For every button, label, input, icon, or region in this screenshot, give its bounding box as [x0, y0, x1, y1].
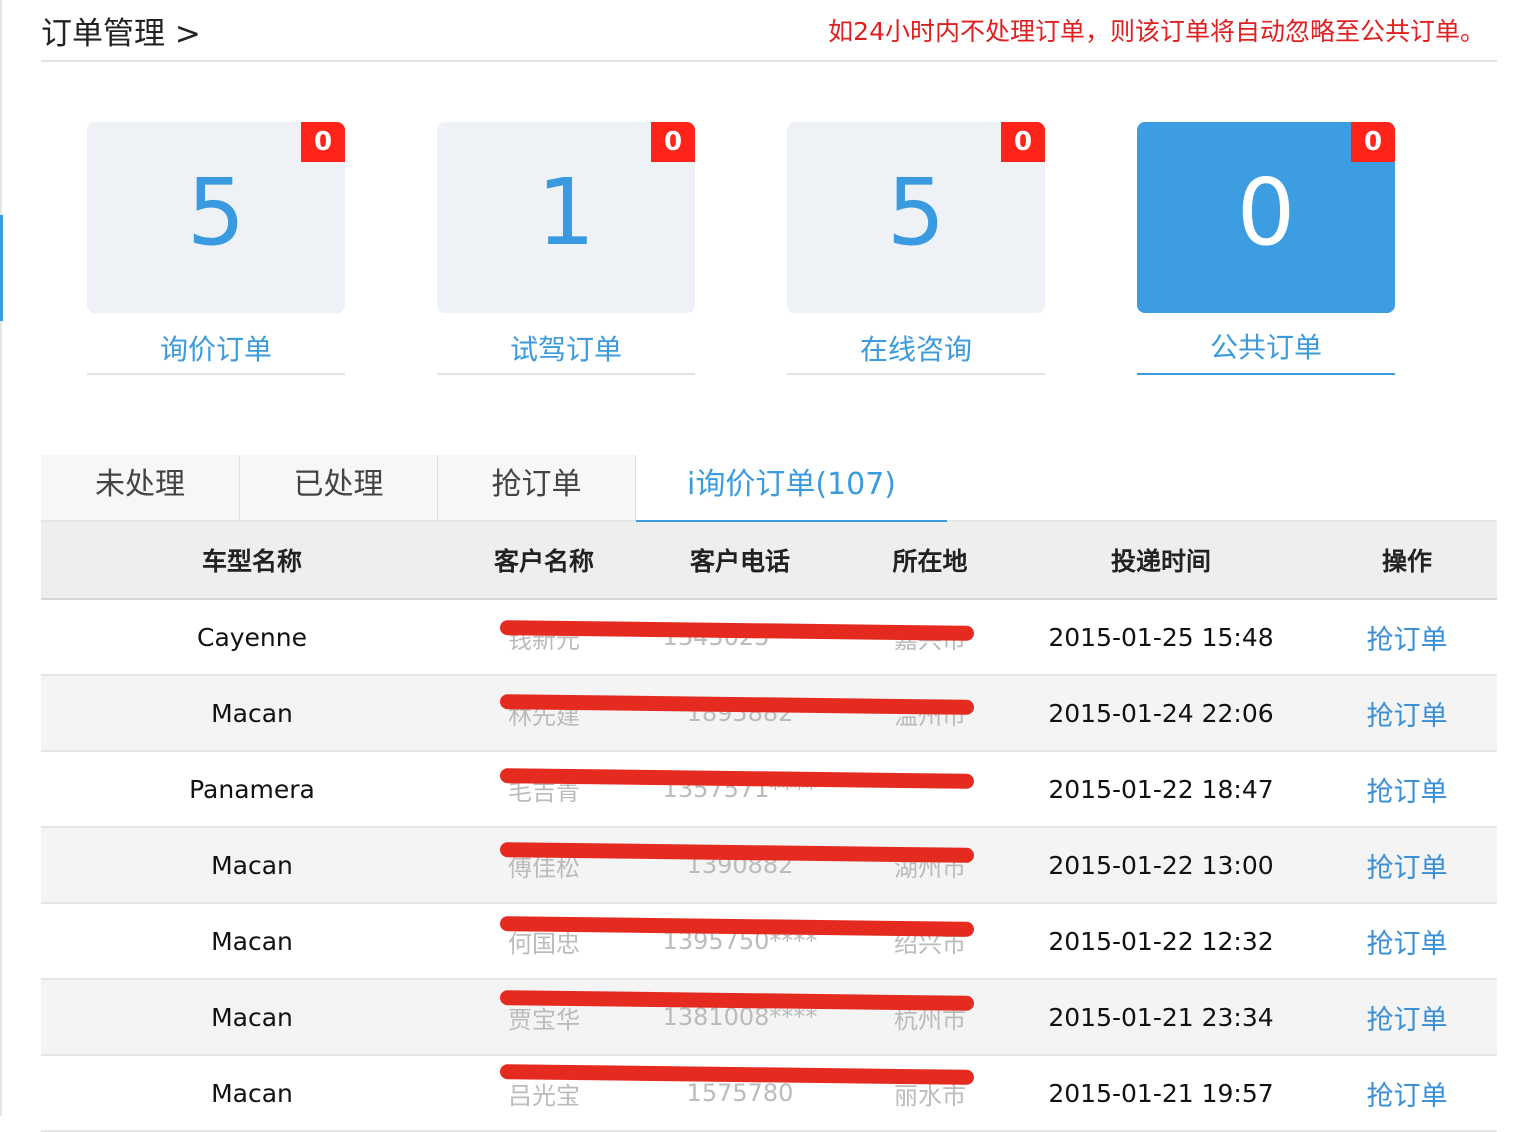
- notice-text: 如24小时内不处理订单，则该订单将自动忽略至公共订单。: [828, 17, 1485, 46]
- card-box[interactable]: 5 0: [787, 122, 1045, 313]
- cell-model: Macan: [41, 675, 463, 752]
- cell-model: Macan: [41, 979, 463, 1056]
- cell-time: 2015-01-21 19:57: [1005, 1055, 1317, 1132]
- card-box[interactable]: 0 0: [1137, 122, 1395, 313]
- cell-model: Macan: [41, 1055, 463, 1132]
- cell-location: 湖州市: [855, 827, 1005, 904]
- tab-i-inquiry-orders[interactable]: i询价订单(107): [636, 455, 947, 523]
- cell-time: 2015-01-22 13:00: [1005, 827, 1317, 904]
- col-header-phone: 客户电话: [625, 522, 855, 600]
- cell-customer: 何国忠: [463, 903, 625, 980]
- cell-model: Macan: [41, 827, 463, 904]
- left-edge-accent: [0, 215, 3, 321]
- col-header-model: 车型名称: [41, 522, 463, 600]
- table-header-row: 车型名称 客户名称 客户电话 所在地 投递时间 操作: [41, 522, 1497, 600]
- cell-customer: 林先建: [463, 675, 625, 752]
- card-underline: [787, 373, 1045, 375]
- card-badge: 0: [1351, 122, 1395, 162]
- tab-processed[interactable]: 已处理: [240, 455, 438, 520]
- grab-order-link[interactable]: 抢订单: [1317, 827, 1497, 904]
- grab-order-link[interactable]: 抢订单: [1317, 675, 1497, 752]
- cell-location: [855, 751, 1005, 828]
- card-box[interactable]: 1 0: [437, 122, 695, 313]
- table-row: Macan 傅佳松 1390882 湖州市 2015-01-22 13:00 抢…: [41, 827, 1497, 904]
- left-edge-divider: [0, 0, 2, 1116]
- col-header-customer: 客户名称: [463, 522, 625, 600]
- grab-order-link[interactable]: 抢订单: [1317, 979, 1497, 1056]
- card-badge: 0: [301, 122, 345, 162]
- card-label[interactable]: 试驾订单: [437, 328, 695, 368]
- cell-time: 2015-01-22 12:32: [1005, 903, 1317, 980]
- grab-order-link[interactable]: 抢订单: [1317, 1055, 1497, 1132]
- order-tabs: 未处理 已处理 抢订单 i询价订单(107): [41, 455, 1497, 523]
- tab-unprocessed[interactable]: 未处理: [41, 455, 240, 520]
- cell-customer: 傅佳松: [463, 827, 625, 904]
- col-header-location: 所在地: [855, 522, 1005, 600]
- table-row: Macan 贾宝华 1381008**** 杭州市 2015-01-21 23:…: [41, 979, 1497, 1056]
- cell-model: Macan: [41, 903, 463, 980]
- card-label[interactable]: 公共订单: [1137, 326, 1395, 366]
- card-label[interactable]: 在线咨询: [787, 328, 1045, 368]
- tab-grab-orders[interactable]: 抢订单: [438, 455, 636, 520]
- cell-phone: 1390882: [625, 827, 855, 904]
- col-header-time: 投递时间: [1005, 522, 1317, 600]
- cell-time: 2015-01-25 15:48: [1005, 599, 1317, 676]
- card-count: 1: [536, 159, 596, 266]
- cell-phone: 1357571****: [625, 751, 855, 828]
- cell-phone: 1381008****: [625, 979, 855, 1056]
- cell-time: 2015-01-22 18:47: [1005, 751, 1317, 828]
- col-header-action: 操作: [1317, 522, 1497, 600]
- cell-location: 丽水市: [855, 1055, 1005, 1132]
- card-badge: 0: [1001, 122, 1045, 162]
- cell-time: 2015-01-21 23:34: [1005, 979, 1317, 1056]
- cell-location: 杭州市: [855, 979, 1005, 1056]
- table-row: Macan 何国忠 1395750**** 绍兴市 2015-01-22 12:…: [41, 903, 1497, 980]
- cell-model: Panamera: [41, 751, 463, 828]
- cell-customer: 钱新元: [463, 599, 625, 676]
- card-underline: [87, 373, 345, 375]
- card-count: 5: [186, 159, 246, 266]
- page-title[interactable]: 订单管理 >: [41, 8, 201, 53]
- orders-table: 车型名称 客户名称 客户电话 所在地 投递时间 操作 Cayenne 钱新元 1…: [41, 522, 1497, 1132]
- table-row: Macan 林先建 1895882 温州市 2015-01-24 22:06 抢…: [41, 675, 1497, 752]
- card-underline: [1137, 373, 1395, 375]
- card-count: 0: [1236, 159, 1296, 266]
- card-underline: [437, 373, 695, 375]
- grab-order-link[interactable]: 抢订单: [1317, 599, 1497, 676]
- card-box[interactable]: 5 0: [87, 122, 345, 313]
- cell-customer: 毛吉青: [463, 751, 625, 828]
- cell-location: 绍兴市: [855, 903, 1005, 980]
- grab-order-link[interactable]: 抢订单: [1317, 751, 1497, 828]
- table-row: Panamera 毛吉青 1357571**** 2015-01-22 18:4…: [41, 751, 1497, 828]
- cell-time: 2015-01-24 22:06: [1005, 675, 1317, 752]
- card-label[interactable]: 询价订单: [87, 328, 345, 368]
- grab-order-link[interactable]: 抢订单: [1317, 903, 1497, 980]
- cell-phone: 1395750****: [625, 903, 855, 980]
- cell-model: Cayenne: [41, 599, 463, 676]
- card-count: 5: [886, 159, 946, 266]
- card-badge: 0: [651, 122, 695, 162]
- page-header: 订单管理 > 如24小时内不处理订单，则该订单将自动忽略至公共订单。: [41, 0, 1497, 62]
